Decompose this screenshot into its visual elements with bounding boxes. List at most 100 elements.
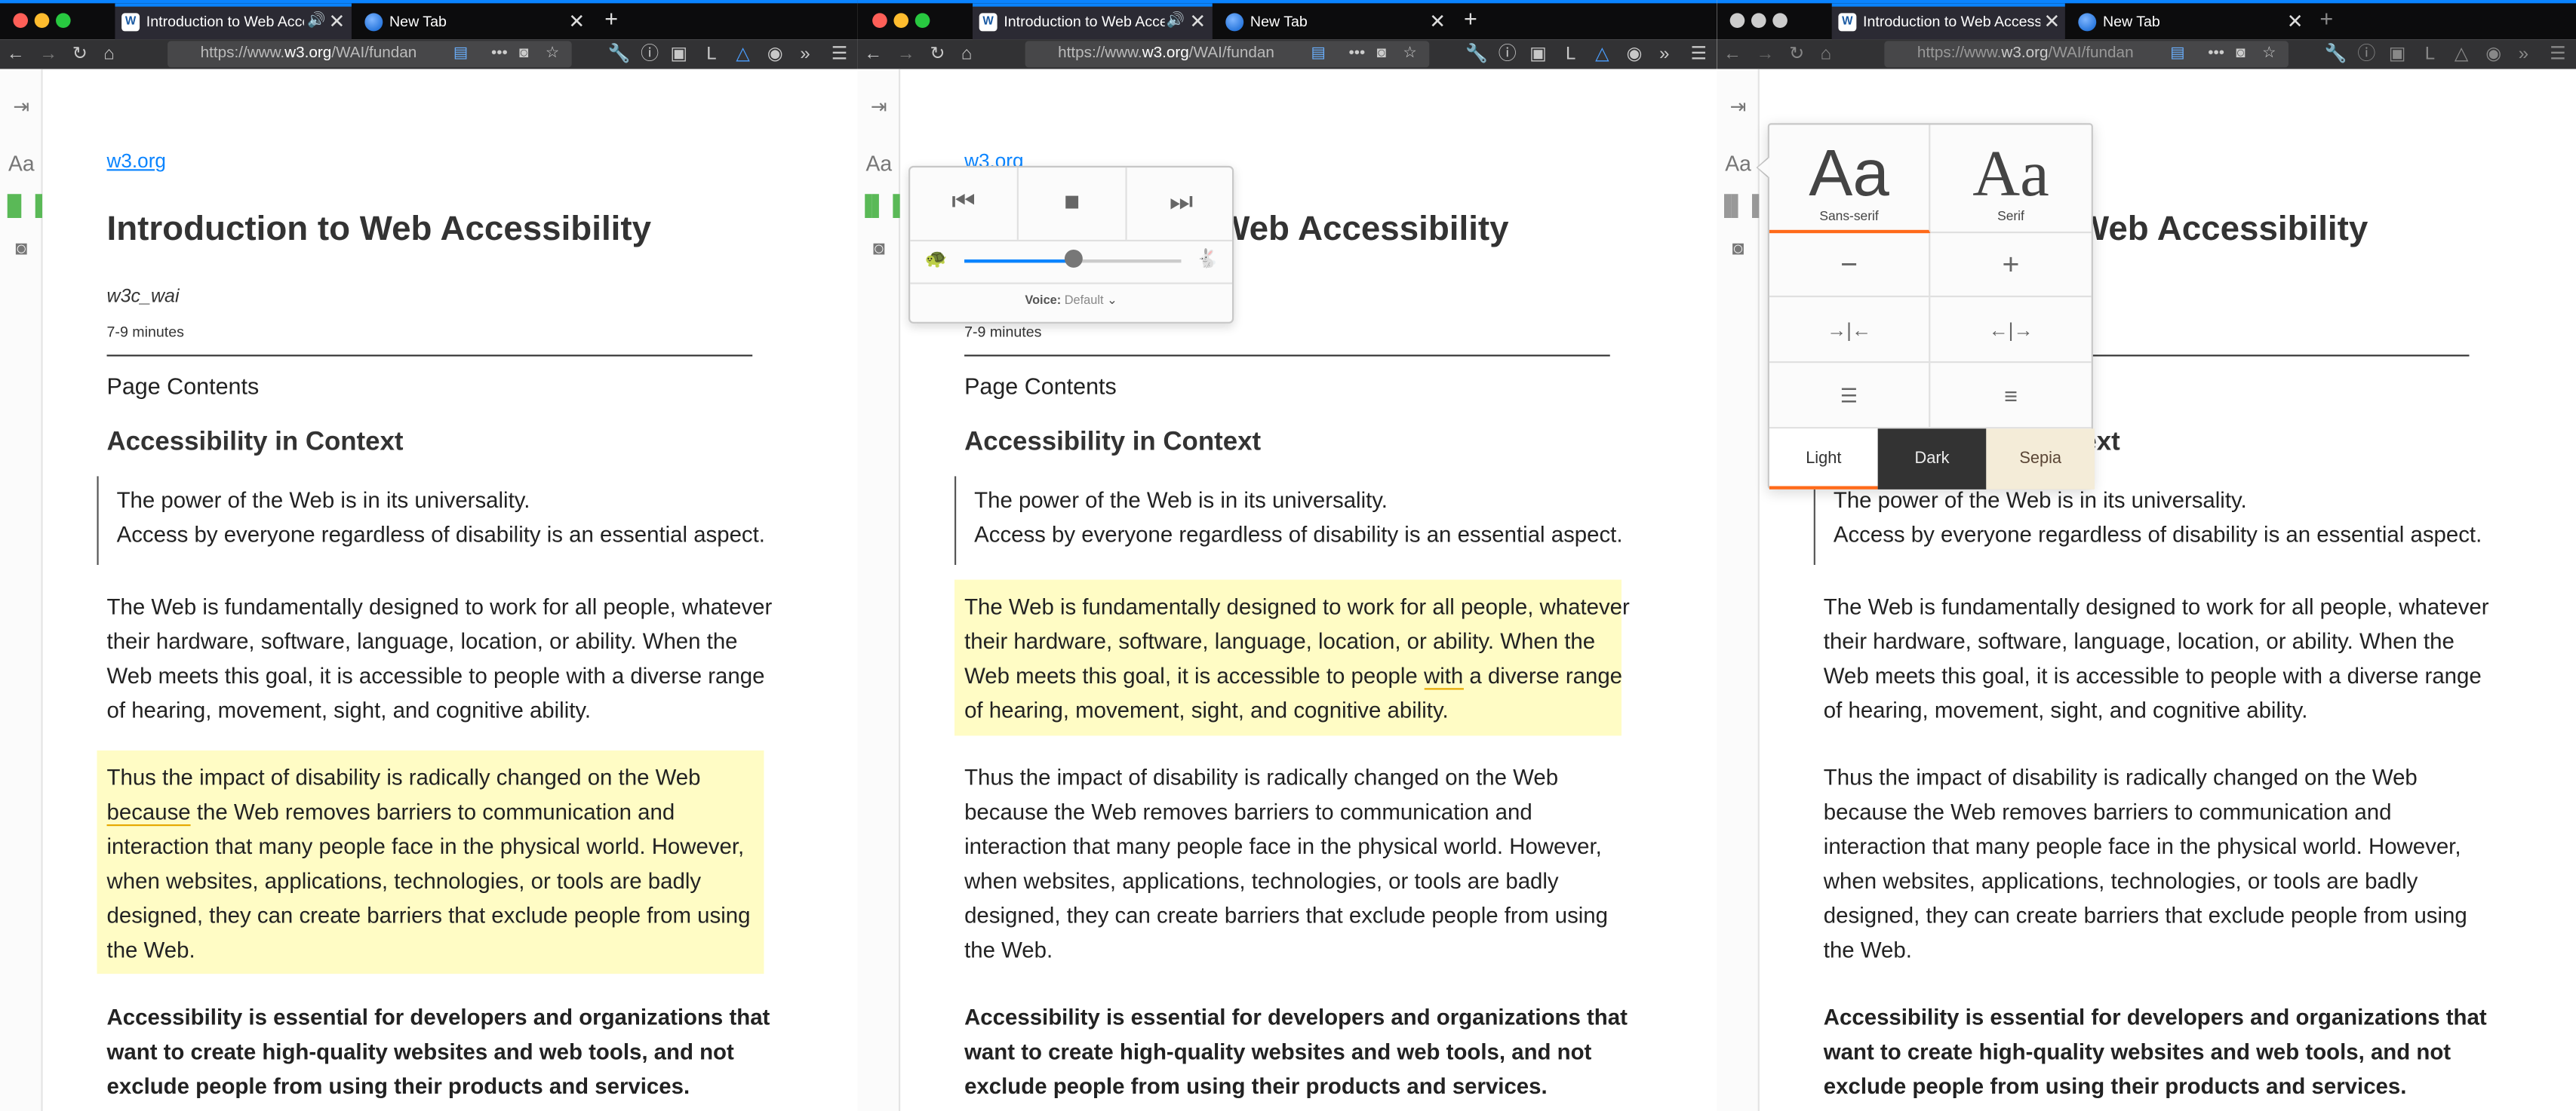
pocket-icon[interactable]: ◙ xyxy=(519,41,529,67)
minimize-window-button[interactable] xyxy=(34,13,50,29)
rate-slider-handle[interactable] xyxy=(1063,249,1082,268)
extension-l-icon[interactable]: L xyxy=(1566,41,1575,67)
overflow-chevron-icon[interactable]: » xyxy=(1659,41,1669,67)
page-actions-icon[interactable]: ••• xyxy=(1349,41,1366,67)
overflow-chevron-icon[interactable]: » xyxy=(800,41,810,67)
theme-sepia-button[interactable]: Sepia xyxy=(1986,428,2095,490)
close-reader-icon[interactable]: ⇥ xyxy=(0,95,43,118)
maximize-window-button[interactable] xyxy=(56,13,71,29)
close-tab-icon[interactable]: ✕ xyxy=(2287,3,2304,39)
wrench-icon[interactable]: 🔧 xyxy=(1465,41,1488,67)
overflow-chevron-icon[interactable]: » xyxy=(2519,41,2528,67)
bookmark-star-icon[interactable]: ☆ xyxy=(546,41,560,67)
reader-view-icon[interactable]: ▤ xyxy=(2170,41,2185,67)
forward-icon[interactable]: → xyxy=(39,41,57,67)
extension-l-icon[interactable]: L xyxy=(706,41,716,67)
minimize-window-button[interactable] xyxy=(893,13,909,29)
typography-icon[interactable]: Aa xyxy=(858,151,901,176)
close-window-button[interactable] xyxy=(13,13,29,29)
page-actions-icon[interactable]: ••• xyxy=(2208,41,2224,67)
theme-dark-button[interactable]: Dark xyxy=(1877,428,1987,490)
pocket-icon[interactable]: ◙ xyxy=(1377,41,1387,67)
back-icon[interactable]: ← xyxy=(1723,41,1741,67)
narrate-icon[interactable]: ▐▌▐ xyxy=(0,194,43,216)
decrease-line-height-button[interactable]: ☰ xyxy=(1769,363,1931,429)
stop-button[interactable]: ■ xyxy=(1019,167,1127,240)
maximize-window-button[interactable] xyxy=(1772,13,1788,29)
forward-icon[interactable]: → xyxy=(1757,41,1775,67)
next-paragraph-button[interactable]: ⏭ xyxy=(1127,167,1236,240)
close-tab-icon[interactable]: ✕ xyxy=(2044,3,2061,39)
close-reader-icon[interactable]: ⇥ xyxy=(858,95,901,118)
close-tab-icon[interactable]: ✕ xyxy=(568,3,585,39)
reload-icon[interactable]: ↻ xyxy=(1789,41,1804,67)
home-icon[interactable]: ⌂ xyxy=(961,41,972,67)
tab-new[interactable]: New Tab ✕ xyxy=(2072,3,2310,39)
close-reader-icon[interactable]: ⇥ xyxy=(1717,95,1760,118)
reload-icon[interactable]: ↻ xyxy=(930,41,945,67)
new-tab-icon[interactable]: + xyxy=(604,5,618,32)
voice-select[interactable]: Voice: Default ⌄ xyxy=(910,293,1232,308)
tab-article[interactable]: W Introduction to Web Accessibili ✕ xyxy=(1831,3,2065,40)
extension-mask-icon[interactable]: ◉ xyxy=(767,41,783,67)
info-icon[interactable]: ⓘ xyxy=(641,41,659,67)
screenshot-icon[interactable]: ▣ xyxy=(2389,41,2406,67)
back-icon[interactable]: ← xyxy=(7,41,25,67)
reload-icon[interactable]: ↻ xyxy=(72,41,88,67)
menu-icon[interactable]: ☰ xyxy=(832,41,848,67)
reader-view-icon[interactable]: ▤ xyxy=(453,41,469,67)
extension-triangle-icon[interactable]: △ xyxy=(2455,41,2468,67)
screenshot-icon[interactable]: ▣ xyxy=(1529,41,1547,67)
minimize-window-button[interactable] xyxy=(1751,13,1766,29)
home-icon[interactable]: ⌂ xyxy=(103,41,114,67)
info-icon[interactable]: ⓘ xyxy=(1499,41,1517,67)
tab-article[interactable]: W Introduction to Web Access 🔊 ✕ xyxy=(972,3,1213,40)
pocket-save-icon[interactable]: ◙ xyxy=(0,237,43,259)
bookmark-star-icon[interactable]: ☆ xyxy=(2262,41,2276,67)
font-serif-button[interactable]: Aa Serif xyxy=(1930,124,2092,234)
info-icon[interactable]: ⓘ xyxy=(2357,41,2375,67)
bookmark-star-icon[interactable]: ☆ xyxy=(1403,41,1417,67)
maximize-window-button[interactable] xyxy=(915,13,930,29)
url-bar[interactable]: https://www.w3.org/WAI/fundan ▤ ••• ◙ ☆ xyxy=(1025,41,1430,68)
increase-font-button[interactable]: + xyxy=(1930,233,2092,298)
menu-icon[interactable]: ☰ xyxy=(2550,41,2566,67)
page-actions-icon[interactable]: ••• xyxy=(491,41,508,67)
menu-icon[interactable]: ☰ xyxy=(1690,41,1707,67)
increase-line-height-button[interactable]: ≡ xyxy=(1930,363,2092,429)
theme-light-button[interactable]: Light xyxy=(1769,428,1878,490)
extension-l-icon[interactable]: L xyxy=(2425,41,2435,67)
home-icon[interactable]: ⌂ xyxy=(1820,41,1831,67)
narrate-icon[interactable]: ▐▌▐ xyxy=(858,194,901,216)
close-tab-icon[interactable]: ✕ xyxy=(328,3,345,39)
typography-icon[interactable]: Aa xyxy=(1717,151,1760,176)
wrench-icon[interactable]: 🔧 xyxy=(2325,41,2347,67)
new-tab-icon[interactable]: + xyxy=(1464,5,1477,32)
speaker-icon[interactable]: 🔊 xyxy=(307,7,325,33)
extension-triangle-icon[interactable]: △ xyxy=(736,41,749,67)
back-icon[interactable]: ← xyxy=(864,41,882,67)
reader-view-icon[interactable]: ▤ xyxy=(1311,41,1326,67)
article-domain-link[interactable]: w3.org xyxy=(107,149,166,172)
url-bar[interactable]: https://www.w3.org/WAI/fundan ▤ ••• ◙ ☆ xyxy=(168,41,572,68)
extension-mask-icon[interactable]: ◉ xyxy=(2485,41,2501,67)
forward-icon[interactable]: → xyxy=(897,41,915,67)
extension-triangle-icon[interactable]: △ xyxy=(1595,41,1609,67)
tab-new[interactable]: New Tab ✕ xyxy=(1219,3,1452,39)
tab-article[interactable]: W Introduction to Web Access 🔊 ✕ xyxy=(115,3,352,40)
pocket-icon[interactable]: ◙ xyxy=(2236,41,2246,67)
new-tab-icon[interactable]: + xyxy=(2319,5,2333,32)
close-tab-icon[interactable]: ✕ xyxy=(1189,3,1206,39)
previous-paragraph-button[interactable]: ⏮ xyxy=(910,167,1019,240)
pocket-save-icon[interactable]: ◙ xyxy=(858,237,901,259)
close-tab-icon[interactable]: ✕ xyxy=(1429,3,1446,39)
decrease-width-button[interactable]: →|← xyxy=(1769,297,1931,364)
increase-width-button[interactable]: ←|→ xyxy=(1930,297,2092,364)
speaker-icon[interactable]: 🔊 xyxy=(1167,7,1185,33)
close-window-button[interactable] xyxy=(1729,13,1745,29)
wrench-icon[interactable]: 🔧 xyxy=(608,41,631,67)
narrate-icon[interactable]: ▐▌▐ xyxy=(1717,194,1760,216)
decrease-font-button[interactable]: − xyxy=(1769,233,1931,298)
url-bar[interactable]: https://www.w3.org/WAI/fundan ▤ ••• ◙ ☆ xyxy=(1884,41,2289,68)
typography-icon[interactable]: Aa xyxy=(0,151,43,176)
